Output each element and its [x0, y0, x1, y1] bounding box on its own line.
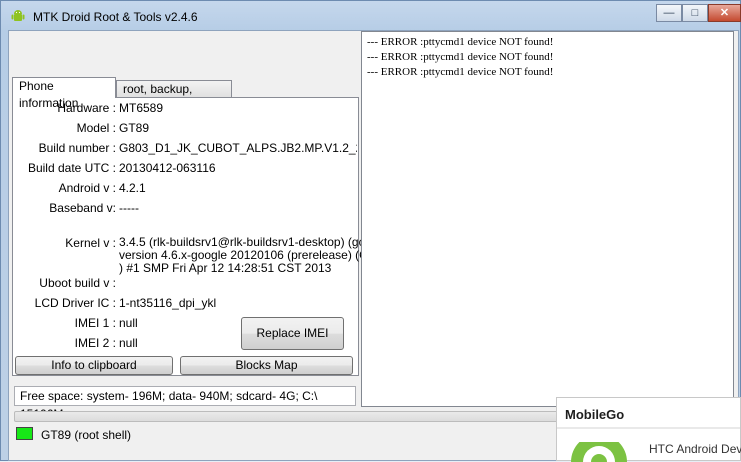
log-output[interactable]: --- ERROR :pttycmd1 device NOT found! --…	[361, 31, 734, 407]
model-value: GT89	[119, 121, 150, 135]
lcd-driver-label: LCD Driver IC :	[34, 296, 116, 310]
popup-divider	[557, 427, 740, 429]
minimize-icon: —	[663, 7, 675, 19]
status-indicator	[16, 427, 33, 440]
popup-title: MobileGo	[565, 407, 625, 422]
progress-bar	[14, 411, 561, 422]
baseband-value: -----	[119, 201, 139, 215]
imei1-label: IMEI 1 :	[74, 316, 116, 330]
title-bar[interactable]: MTK Droid Root & Tools v2.4.6 — □ ✕	[1, 1, 741, 31]
minimize-button[interactable]: —	[656, 4, 682, 22]
maximize-button[interactable]: □	[682, 4, 708, 22]
status-text: GT89 (root shell)	[41, 428, 132, 442]
uboot-label: Uboot build v :	[39, 276, 116, 290]
info-to-clipboard-button[interactable]: Info to clipboard	[15, 356, 173, 375]
blocks-map-button[interactable]: Blocks Map	[180, 356, 353, 375]
lcd-driver-value: 1-nt35116_dpi_ykl	[119, 296, 217, 310]
mobilego-logo-icon	[571, 442, 627, 462]
tab-phone-information[interactable]: Phone information	[12, 77, 116, 110]
imei2-value: null	[119, 336, 138, 350]
build-date-value: 20130412-063116	[119, 161, 216, 175]
popup-text: HTC Android Dev	[649, 442, 741, 456]
log-line: --- ERROR :pttycmd1 device NOT found!	[367, 36, 554, 48]
close-button[interactable]: ✕	[708, 4, 741, 22]
mobilego-notification[interactable]: MobileGo HTC Android Dev	[556, 397, 741, 462]
build-date-label: Build date UTC :	[27, 161, 116, 175]
android-icon	[11, 10, 25, 21]
kernel-value: 3.4.5 (rlk-buildsrv1@rlk-buildsrv1-deskt…	[119, 236, 390, 275]
kernel-label: Kernel v :	[65, 236, 116, 250]
imei2-label: IMEI 2 :	[74, 336, 116, 350]
log-line: --- ERROR :pttycmd1 device NOT found!	[367, 66, 554, 78]
hardware-value: MT6589	[119, 101, 164, 115]
baseband-label: Baseband v:	[49, 201, 116, 215]
free-space-field: Free space: system- 196M; data- 940M; sd…	[14, 386, 356, 421]
maximize-icon: □	[691, 7, 699, 19]
log-line: --- ERROR :pttycmd1 device NOT found!	[367, 51, 554, 63]
close-icon: ✕	[719, 7, 730, 19]
replace-imei-button[interactable]: Replace IMEI	[241, 317, 344, 350]
phone-info-panel: Hardware : MT6589 Model : GT89 Build num…	[12, 97, 390, 376]
android-version-value: 4.2.1	[119, 181, 146, 195]
build-number-label: Build number :	[38, 141, 116, 155]
model-label: Model :	[76, 121, 116, 135]
imei1-value: null	[119, 316, 138, 330]
window-title: MTK Droid Root & Tools v2.4.6	[33, 10, 198, 24]
kernel-line: ) #1 SMP Fri Apr 12 14:28:51 CST 2013	[119, 261, 332, 275]
android-version-label: Android v :	[58, 181, 116, 195]
build-number-value: G803_D1_JK_CUBOT_ALPS.JB2.MP.V1.2_2013(	[119, 141, 357, 155]
